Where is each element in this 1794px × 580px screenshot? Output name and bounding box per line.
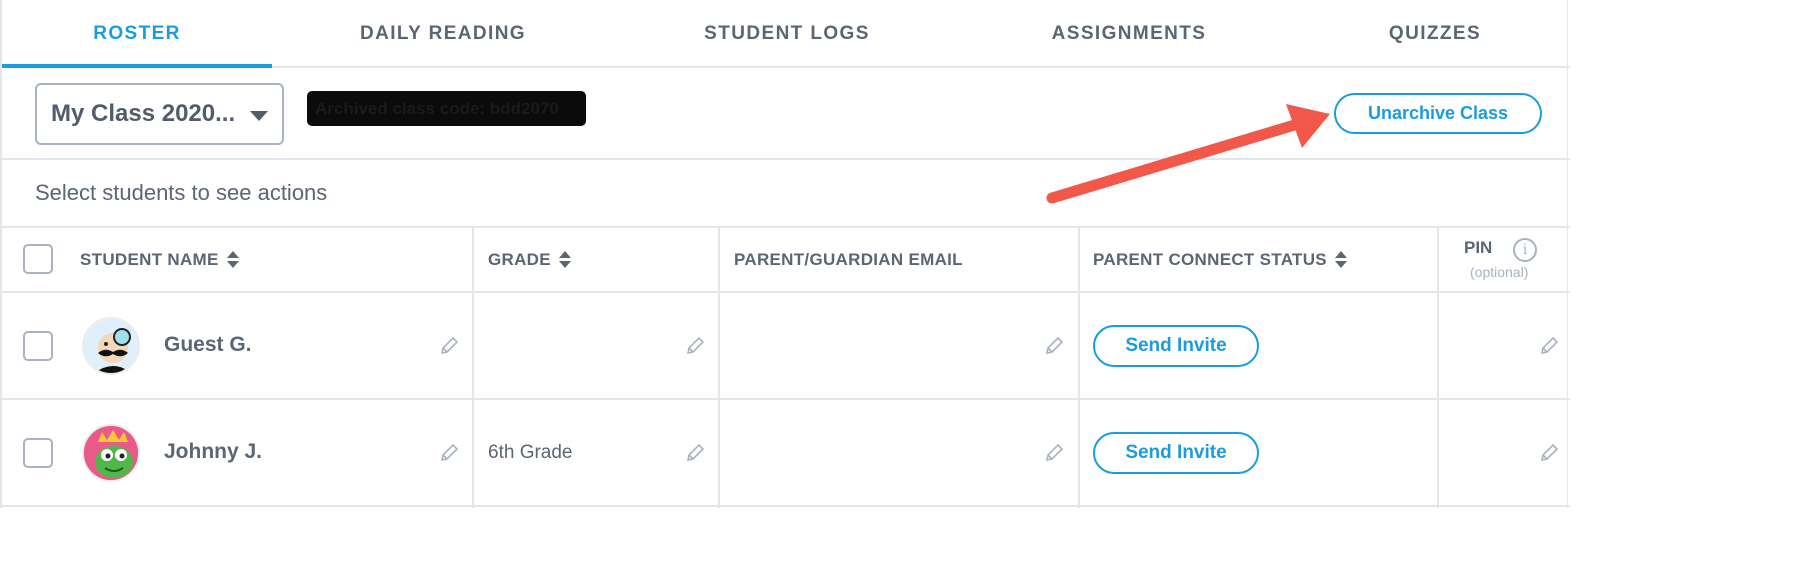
tab-daily-reading[interactable]: DAILY READING <box>308 0 578 68</box>
monster-avatar-icon <box>84 426 138 480</box>
grade-header-label: GRADE <box>488 249 551 269</box>
send-invite-button[interactable]: Send Invite <box>1093 325 1259 367</box>
pencil-icon[interactable] <box>439 336 459 356</box>
column-header-parent-email: PARENT/GUARDIAN EMAIL <box>734 228 963 291</box>
pencil-icon[interactable] <box>1539 443 1559 463</box>
grade-value: 6th Grade <box>488 442 573 463</box>
avatar <box>82 317 140 375</box>
class-select-value: My Class 2020... <box>51 100 236 127</box>
table-header: STUDENT NAME GRADE PARENT/GUARDIAN EMAIL… <box>2 228 1570 293</box>
row-checkbox[interactable] <box>23 438 53 468</box>
sort-icon[interactable] <box>558 250 571 269</box>
class-select-dropdown[interactable]: My Class 2020... <box>35 83 284 145</box>
unarchive-class-button[interactable]: Unarchive Class <box>1334 93 1542 134</box>
parent-status-header-label: PARENT CONNECT STATUS <box>1093 249 1327 269</box>
pencil-icon[interactable] <box>685 443 705 463</box>
student-name-header-label: STUDENT NAME <box>80 249 219 269</box>
parent-email-header-label: PARENT/GUARDIAN EMAIL <box>734 249 963 269</box>
column-divider <box>1437 228 1439 508</box>
column-divider <box>718 228 720 508</box>
tab-bar: ROSTER DAILY READING STUDENT LOGS ASSIGN… <box>2 0 1570 68</box>
tab-roster[interactable]: ROSTER <box>2 0 272 68</box>
caret-down-icon <box>250 111 268 121</box>
column-header-grade[interactable]: GRADE <box>488 228 571 291</box>
info-icon[interactable]: i <box>1513 238 1537 262</box>
table-row: Johnny J. 6th Grade Send Invite <box>2 400 1570 507</box>
column-divider <box>472 228 474 508</box>
tab-quizzes[interactable]: QUIZZES <box>1300 0 1570 68</box>
pencil-icon[interactable] <box>685 336 705 356</box>
archived-class-code: Archived class code: bdd2070 <box>307 91 586 126</box>
column-divider <box>1078 228 1080 508</box>
pencil-icon[interactable] <box>1044 336 1064 356</box>
pencil-icon[interactable] <box>1539 336 1559 356</box>
student-name: Guest G. <box>164 333 252 356</box>
student-name: Johnny J. <box>164 440 263 463</box>
annotation-arrow-icon <box>1046 104 1330 204</box>
mustache-avatar-icon <box>84 319 138 373</box>
selection-helper-text: Select students to see actions <box>35 180 328 205</box>
table-row: Guest G. Send Invite <box>2 293 1570 400</box>
sort-icon[interactable] <box>1334 250 1347 269</box>
select-all-checkbox[interactable] <box>23 244 53 274</box>
roster-panel: ROSTER DAILY READING STUDENT LOGS ASSIGN… <box>0 0 1570 508</box>
tab-assignments[interactable]: ASSIGNMENTS <box>994 0 1264 68</box>
row-checkbox[interactable] <box>23 331 53 361</box>
tab-student-logs[interactable]: STUDENT LOGS <box>652 0 922 68</box>
column-header-pin: PIN i (optional) <box>1442 228 1567 291</box>
avatar <box>82 424 140 482</box>
pin-header-label: PIN <box>1464 238 1493 257</box>
pin-optional-label: (optional) <box>1470 264 1529 280</box>
column-header-student-name[interactable]: STUDENT NAME <box>80 228 239 291</box>
sort-icon[interactable] <box>226 250 239 269</box>
pencil-icon[interactable] <box>439 443 459 463</box>
pencil-icon[interactable] <box>1044 443 1064 463</box>
send-invite-button[interactable]: Send Invite <box>1093 432 1259 474</box>
column-header-parent-status[interactable]: PARENT CONNECT STATUS <box>1093 228 1347 291</box>
